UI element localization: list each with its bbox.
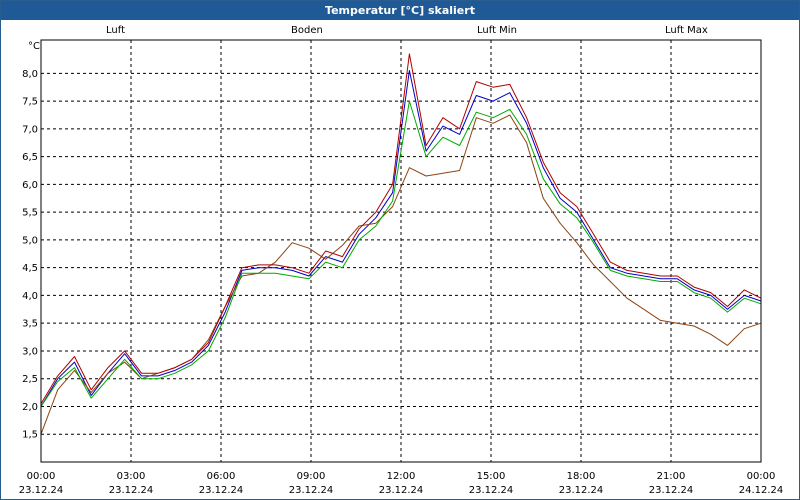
x-tick-date: 23.12.24 — [19, 485, 64, 496]
x-tick-time: 21:00 — [657, 471, 686, 482]
x-tick-labels: 00:00 23.12.24 03:00 23.12.24 06:00 23.12.24 0… — [19, 471, 784, 496]
x-tick-date: 23.12.24 — [199, 485, 244, 496]
x-tick-time: 18:00 — [567, 471, 596, 482]
x-tick-time: 15:00 — [477, 471, 506, 482]
x-tick-date: 23.12.24 — [289, 485, 334, 496]
grid — [41, 40, 761, 462]
y-tick-label: 3,5 — [22, 319, 38, 330]
y-tick-label: 6,0 — [22, 180, 38, 191]
y-tick-label: 7,5 — [22, 97, 38, 108]
y-tick-labels: 8,0 7,5 7,0 6,5 6,0 5,5 5,0 4,5 4,0 3,5 3,0 2,5 2,0 1… — [22, 69, 38, 441]
y-tick-label: 4,5 — [22, 263, 38, 274]
x-tick-time: 12:00 — [387, 471, 416, 482]
y-tick-label: 7,0 — [22, 124, 38, 135]
x-tick-date: 23.12.24 — [559, 485, 604, 496]
y-tick-label: 2,0 — [22, 402, 38, 413]
x-tick-date: 23.12.24 — [649, 485, 694, 496]
y-tick-label: 1,5 — [22, 430, 38, 441]
y-tick-label: 5,5 — [22, 208, 38, 219]
plot-area: °C 8,0 7,5 7,0 6,5 6,0 5,5 5,0 4,5 4,0 3,5 3,0 2,5 2… — [19, 39, 784, 496]
x-tick-date: 23.12.24 — [379, 485, 424, 496]
y-tick-label: 2,5 — [22, 374, 38, 385]
x-tick-date: 23.12.24 — [109, 485, 154, 496]
x-tick-time: 03:00 — [117, 471, 146, 482]
y-tick-label: 4,0 — [22, 291, 38, 302]
x-tick-date: 24.12.24 — [739, 485, 784, 496]
y-tick-label: 8,0 — [22, 69, 38, 80]
x-tick-time: 09:00 — [297, 471, 326, 482]
y-tick-label: 5,0 — [22, 235, 38, 246]
chart-window: Temperatur [°C] skaliert Luft Boden Luft… — [0, 0, 800, 500]
x-tick-time: 00:00 — [27, 471, 56, 482]
x-tick-date: 23.12.24 — [469, 485, 514, 496]
y-axis-unit: °C — [28, 41, 40, 52]
y-tick-label: 3,0 — [22, 346, 38, 357]
y-tick-label: 6,5 — [22, 152, 38, 163]
x-tick-time: 00:00 — [747, 471, 776, 482]
x-tick-time: 06:00 — [207, 471, 236, 482]
